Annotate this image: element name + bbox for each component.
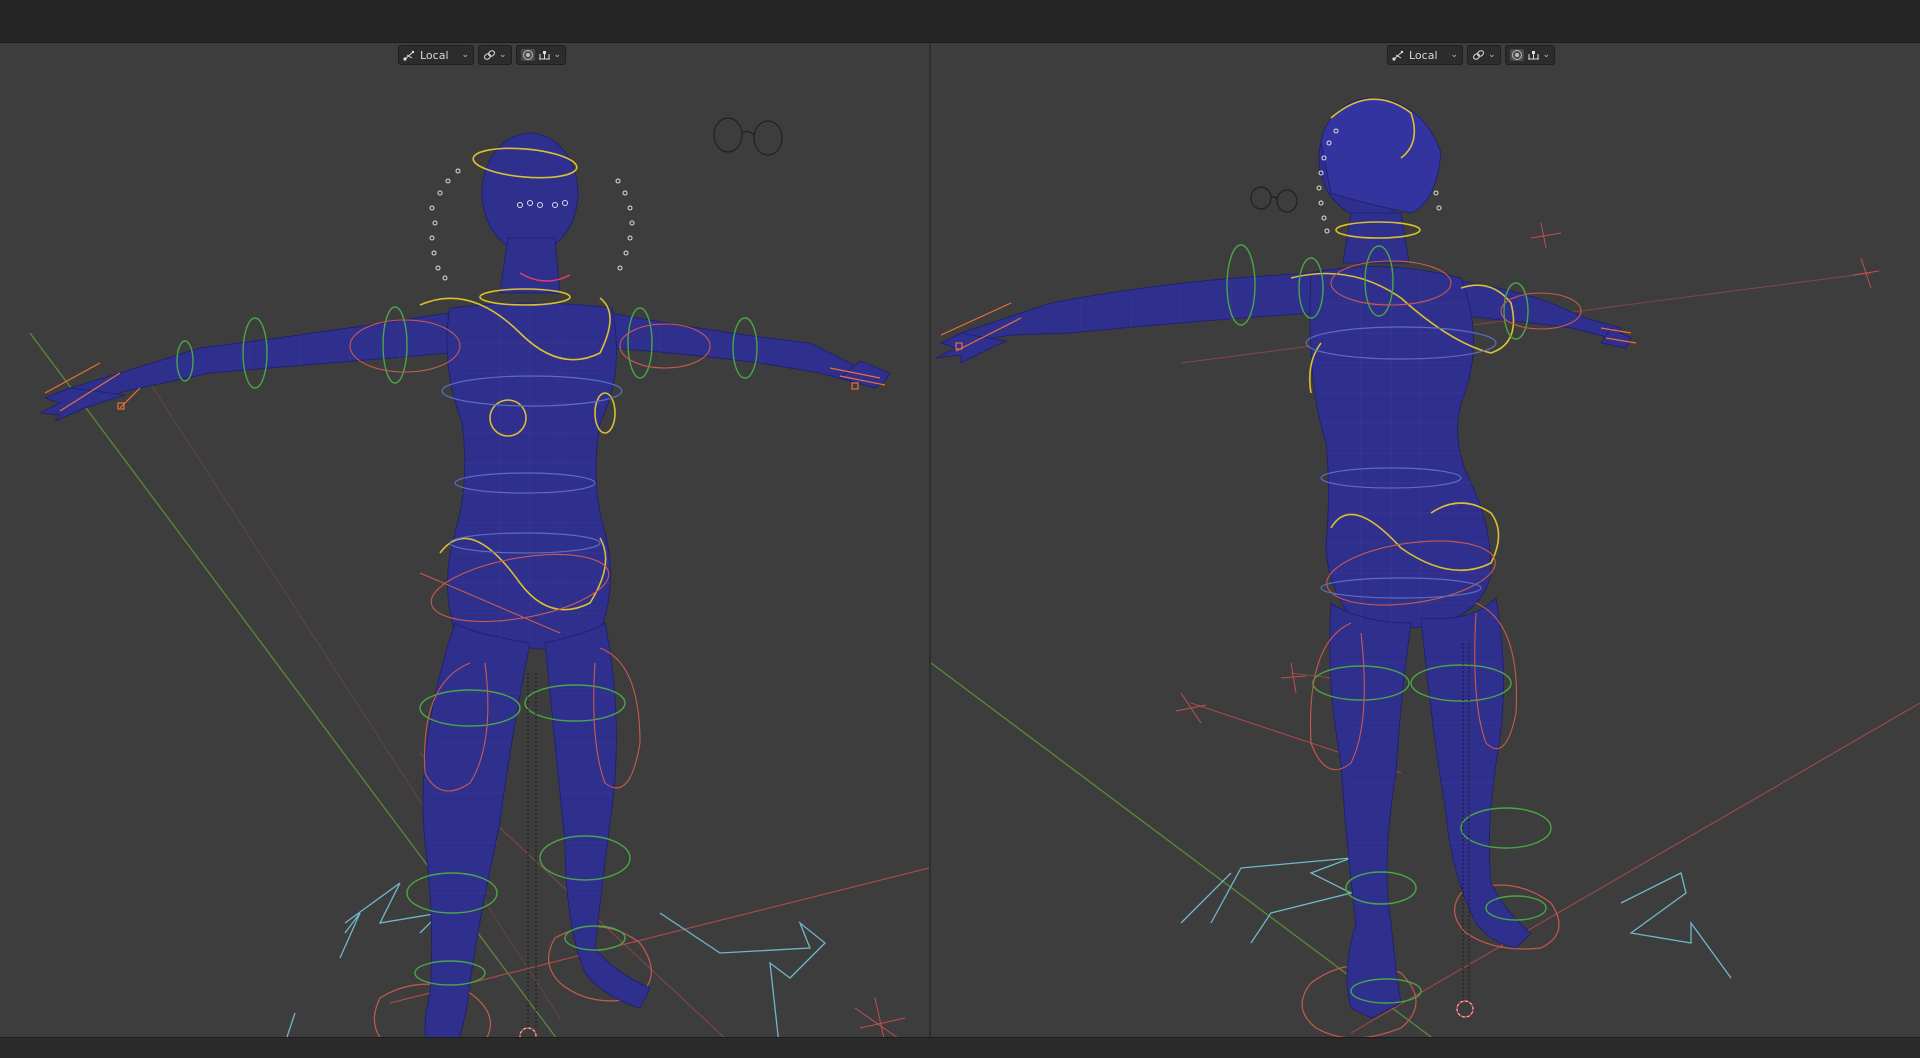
scene-right[interactable]: [931, 43, 1920, 1037]
root-control: [286, 882, 826, 1037]
character-mesh[interactable]: [935, 97, 1632, 1019]
empty-marker: [854, 997, 906, 1037]
status-bar: [0, 1037, 1920, 1058]
top-header-bar: [0, 0, 1920, 43]
eye-target-control: [1250, 186, 1298, 213]
scene-left[interactable]: [0, 43, 929, 1037]
eye-target-control: [713, 117, 783, 156]
viewport-right[interactable]: Local ⌄ ⌄ ⌄: [931, 43, 1920, 1037]
3d-cursor-icon[interactable]: [519, 1027, 537, 1037]
character-mesh[interactable]: [38, 132, 891, 1037]
foot-control: [1301, 884, 1560, 1037]
viewport-left[interactable]: Local ⌄ ⌄ ⌄: [0, 43, 929, 1037]
